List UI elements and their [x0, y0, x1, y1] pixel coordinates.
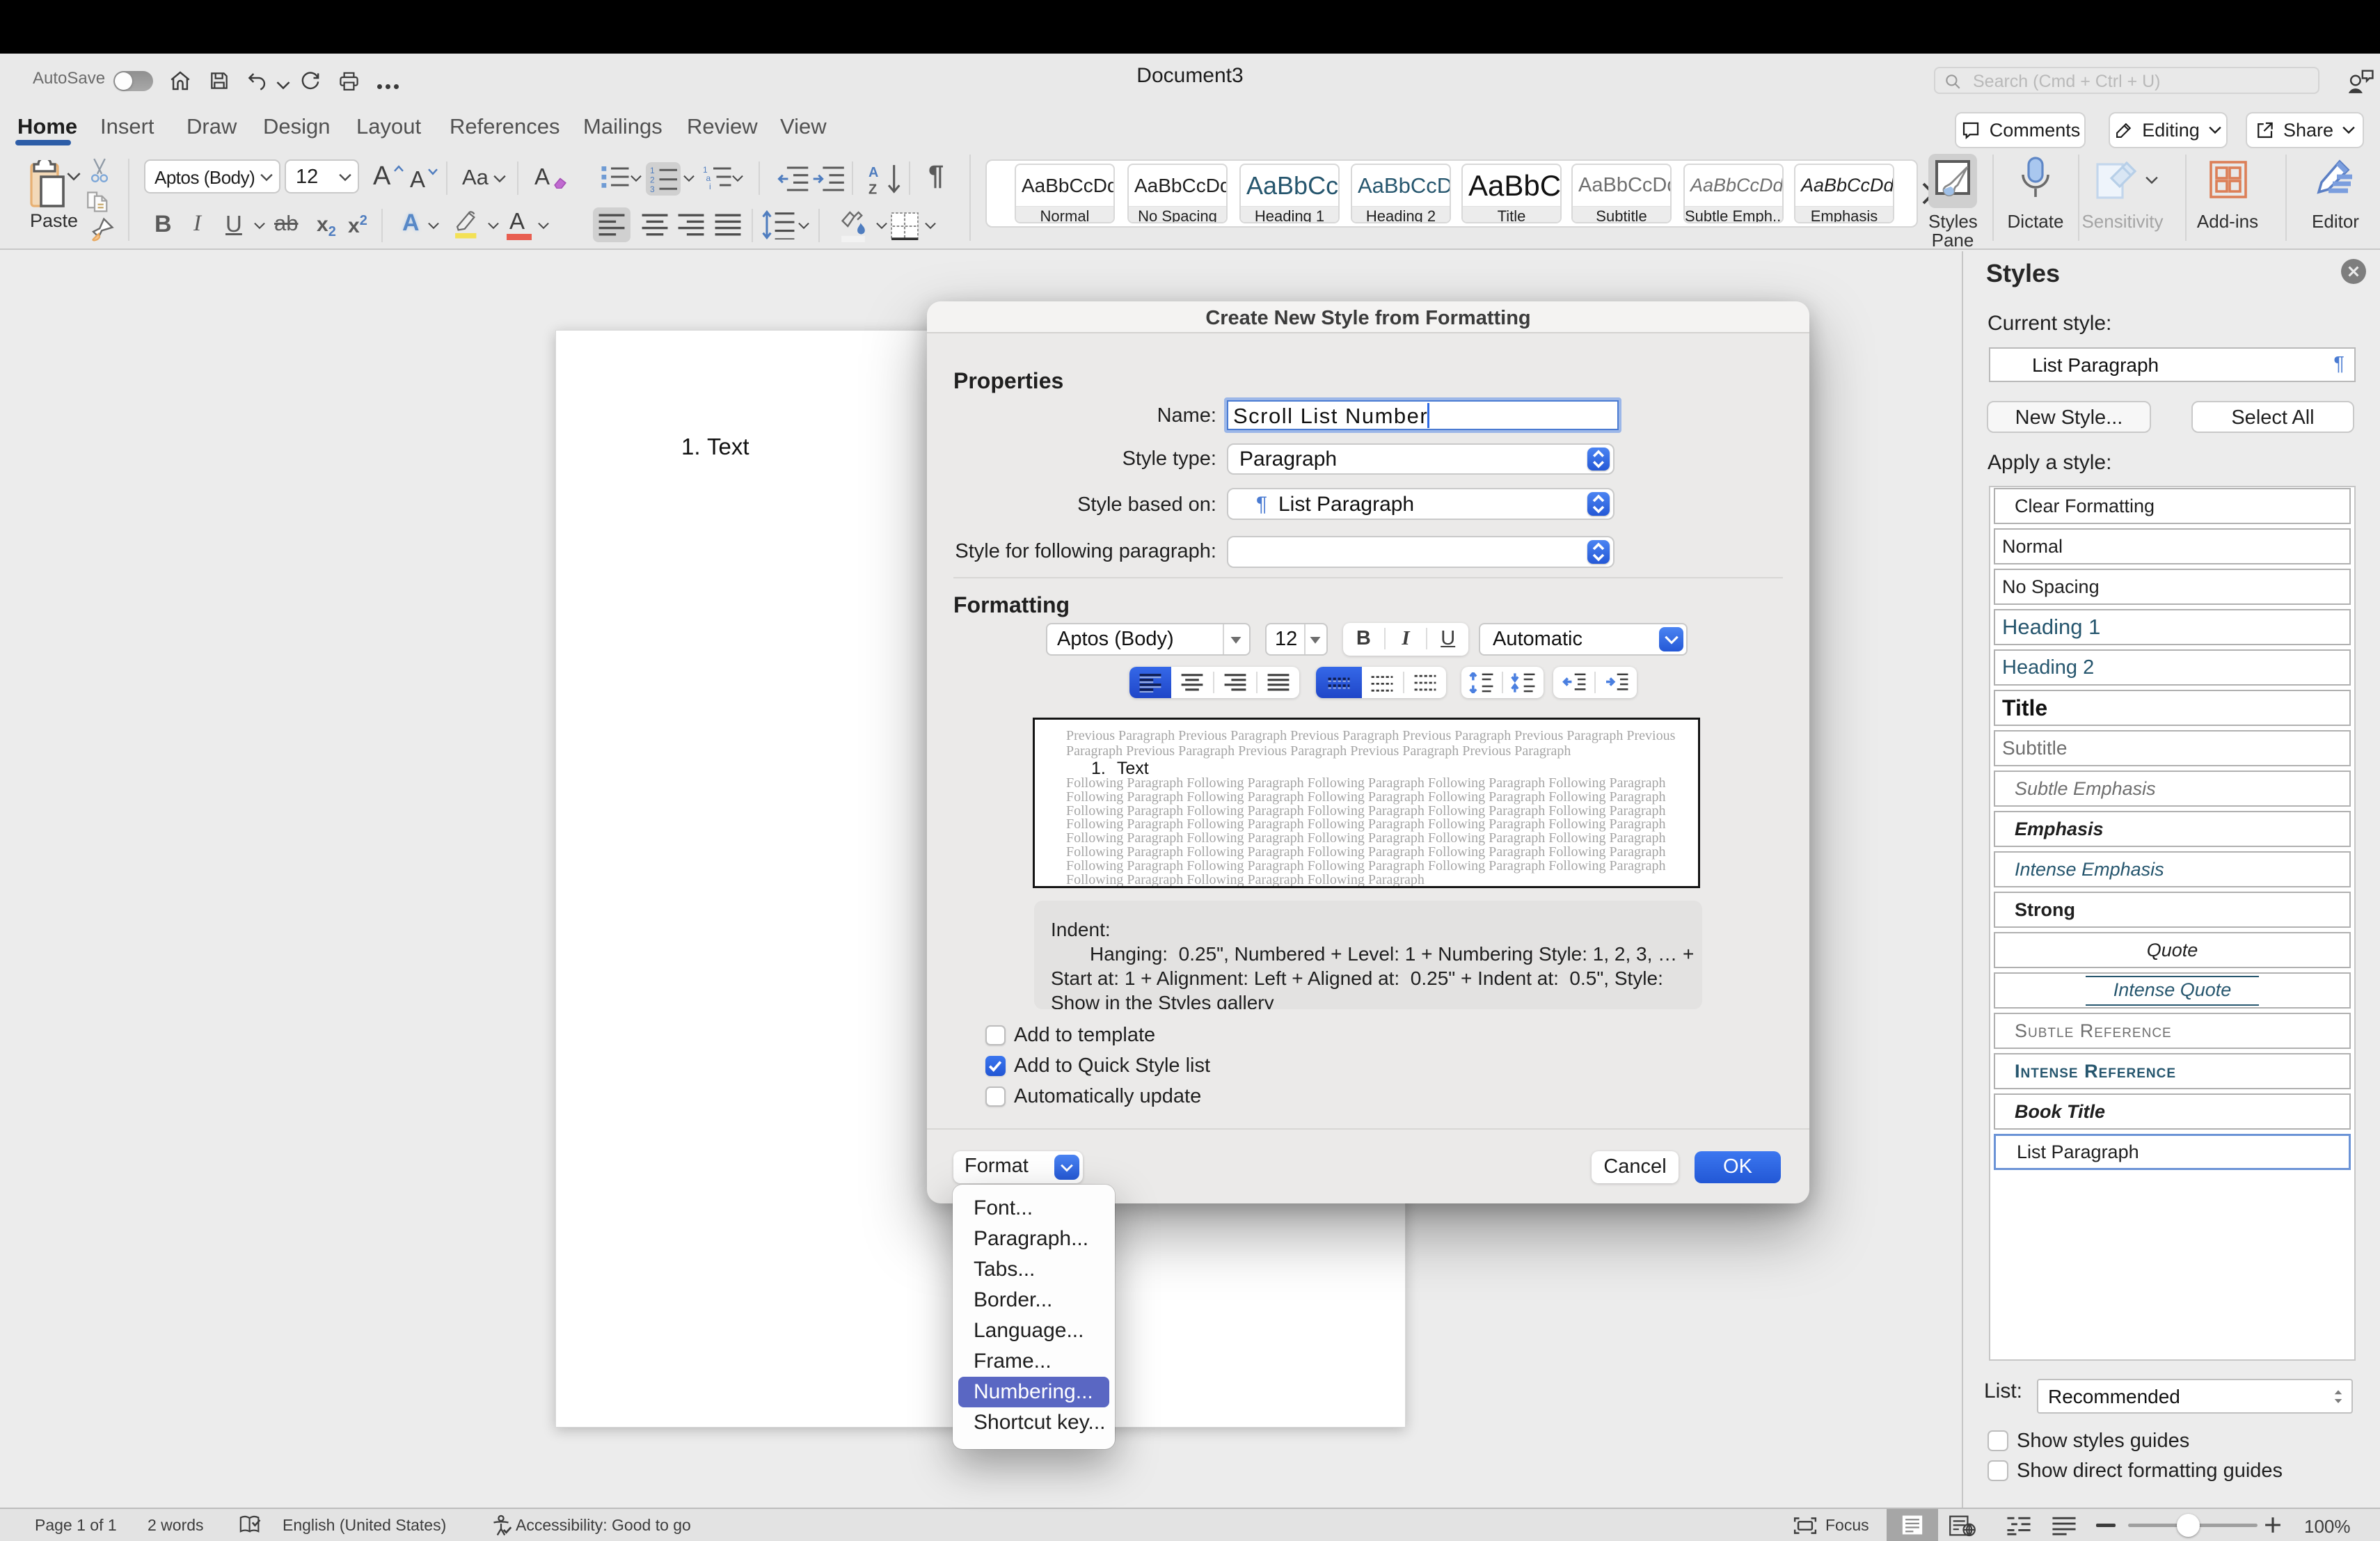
svg-text:A: A: [868, 165, 878, 180]
svg-text:1: 1: [650, 166, 655, 175]
svg-text:2: 2: [650, 175, 655, 184]
svg-text:Z: Z: [868, 182, 877, 195]
svg-text:i: i: [709, 182, 711, 189]
svg-text:3: 3: [650, 184, 655, 192]
